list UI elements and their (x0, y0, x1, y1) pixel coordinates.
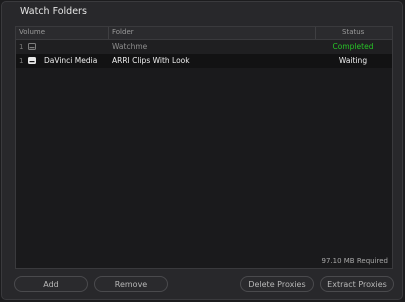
watch-folders-panel: Watch Folders Volume Folder Status 1 Wat… (1, 1, 403, 300)
drive-icon (28, 57, 36, 64)
column-header-volume[interactable]: Volume (19, 28, 45, 36)
status-badge: Completed (332, 42, 374, 51)
remove-button[interactable]: Remove (94, 276, 168, 292)
extract-proxies-button[interactable]: Extract Proxies (320, 276, 394, 292)
row-volume: DaVinci Media (44, 56, 98, 65)
table-row[interactable]: 1 Watchme Completed (16, 40, 392, 54)
delete-proxies-button[interactable]: Delete Proxies (240, 276, 314, 292)
column-divider[interactable] (315, 27, 316, 39)
table-row[interactable]: 1 DaVinci Media ARRI Clips With Look Wai… (16, 54, 392, 68)
row-number: 1 (19, 57, 24, 65)
column-header-folder[interactable]: Folder (112, 28, 134, 36)
row-number: 1 (19, 43, 24, 51)
required-space-label: 97.10 MB Required (321, 257, 389, 265)
column-divider[interactable] (108, 27, 109, 39)
panel-title: Watch Folders (20, 6, 87, 17)
status-badge: Waiting (338, 56, 368, 65)
table-header: Volume Folder Status (16, 27, 392, 40)
drive-icon (28, 43, 36, 50)
add-button[interactable]: Add (14, 276, 88, 292)
row-folder: ARRI Clips With Look (112, 56, 190, 65)
row-folder: Watchme (112, 42, 148, 51)
column-header-status[interactable]: Status (342, 28, 364, 36)
watch-folders-table: Volume Folder Status 1 Watchme Completed… (15, 26, 393, 269)
